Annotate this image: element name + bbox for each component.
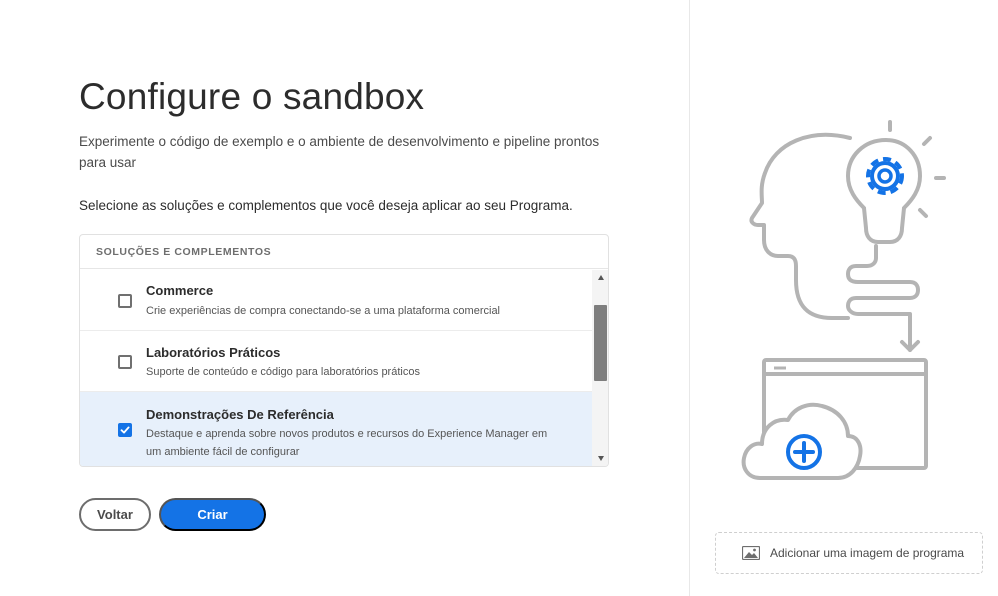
solutions-panel: SOLUÇÕES E COMPLEMENTOS Commerce Crie ex… [79, 234, 609, 467]
solutions-panel-header: SOLUÇÕES E COMPLEMENTOS [80, 235, 608, 269]
solution-description: Suporte de conteúdo e código para labora… [146, 366, 420, 378]
demonstracoes-checkbox[interactable] [118, 423, 132, 437]
page-title: Configure o sandbox [79, 76, 425, 117]
image-icon [742, 546, 760, 560]
checkmark-icon [120, 426, 130, 434]
main-pane: Configure o sandbox Experimente o código… [0, 0, 690, 596]
solutions-list: Commerce Crie experiências de compra con… [80, 270, 592, 466]
commerce-checkbox[interactable] [118, 294, 132, 308]
selection-instruction: Selecione as soluções e complementos que… [79, 198, 573, 213]
scroll-down-arrow-icon[interactable] [598, 456, 604, 461]
back-button[interactable]: Voltar [79, 498, 151, 531]
solution-title: Demonstrações De Referência [146, 407, 334, 422]
add-image-label: Adicionar uma imagem de programa [770, 546, 965, 560]
head-outline-icon [749, 132, 852, 320]
add-program-image-button[interactable]: Adicionar uma imagem de programa [715, 532, 983, 574]
solution-item-demonstracoes[interactable]: Demonstrações De Referência Destaque e a… [80, 392, 592, 466]
solution-item-commerce[interactable]: Commerce Crie experiências de compra con… [80, 270, 592, 331]
sandbox-illustration [741, 120, 946, 480]
page-description: Experimente o código de exemplo e o ambi… [79, 134, 600, 170]
solution-item-laboratorios[interactable]: Laboratórios Práticos Suporte de conteúd… [80, 331, 592, 392]
solution-description: Destaque e aprenda sobre novos produtos … [146, 428, 548, 458]
list-scrollbar[interactable] [592, 270, 608, 466]
solution-description: Crie experiências de compra conectando-s… [146, 305, 501, 317]
gear-icon [866, 157, 904, 195]
scroll-thumb[interactable] [594, 305, 607, 381]
scroll-up-arrow-icon[interactable] [598, 275, 604, 280]
solution-title: Laboratórios Práticos [146, 345, 281, 360]
solution-title: Commerce [146, 283, 214, 298]
create-button[interactable]: Criar [159, 498, 266, 531]
laboratorios-checkbox[interactable] [118, 355, 132, 369]
cloud-add-icon [741, 402, 863, 480]
